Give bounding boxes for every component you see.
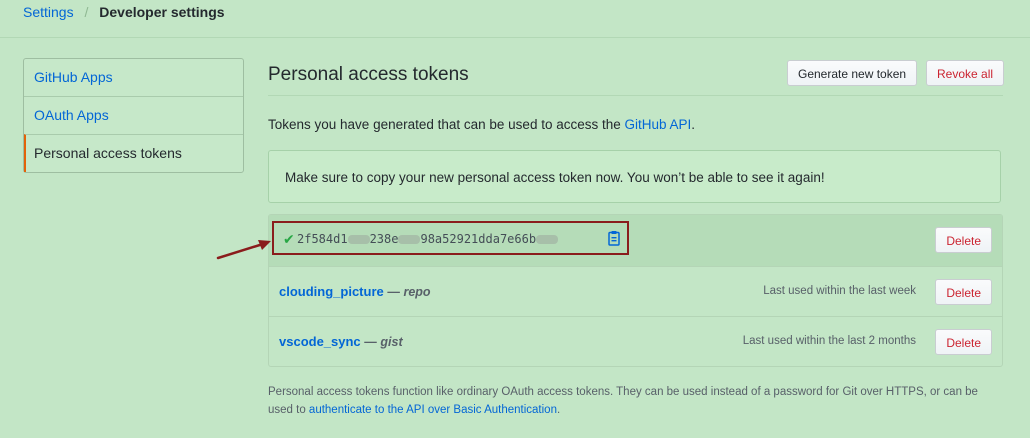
- token-dash: —: [387, 285, 400, 299]
- token-info: vscode_sync — gist: [279, 334, 403, 349]
- divider: [0, 37, 1030, 38]
- divider: [268, 95, 1003, 96]
- page-title: Personal access tokens: [268, 64, 469, 85]
- revoke-all-button[interactable]: Revoke all: [926, 60, 1005, 86]
- delete-token-button[interactable]: Delete: [935, 227, 992, 253]
- new-token-row: ✔ 2f584d1 238e 98a52921dda7e66b Delete: [269, 215, 1002, 266]
- flash-notice: Make sure to copy your new personal acce…: [268, 150, 1001, 203]
- footer-note: Personal access tokens function like ord…: [268, 383, 1003, 419]
- token-row: vscode_sync — gist Last used within the …: [269, 316, 1002, 366]
- intro-text-before: Tokens you have generated that can be us…: [268, 117, 625, 132]
- annotation-arrow-icon: [216, 240, 271, 260]
- token-segment: 238e: [369, 232, 399, 246]
- breadcrumb: Settings / Developer settings: [23, 4, 225, 20]
- check-icon: ✔: [283, 231, 295, 247]
- breadcrumb-settings-link[interactable]: Settings: [23, 4, 74, 20]
- intro-text: Tokens you have generated that can be us…: [268, 117, 695, 132]
- token-name-link[interactable]: vscode_sync: [279, 334, 361, 349]
- delete-token-button[interactable]: Delete: [935, 279, 992, 305]
- token-segment: 98a52921dda7e66b: [420, 232, 537, 246]
- token-name-link[interactable]: clouding_picture: [279, 284, 384, 299]
- sidebar-item-label: OAuth Apps: [34, 107, 109, 123]
- token-dash: —: [364, 335, 377, 349]
- footer-text-after: .: [556, 404, 561, 416]
- generate-new-token-button[interactable]: Generate new token: [787, 60, 918, 86]
- token-last-used: Last used within the last 2 months: [742, 335, 916, 347]
- token-info: clouding_picture — repo: [279, 284, 431, 299]
- redaction-mark: [536, 235, 559, 244]
- token-segment: 2f584d1: [297, 232, 348, 246]
- sidebar-item-label: Personal access tokens: [34, 145, 182, 161]
- sidebar-item-personal-access-tokens[interactable]: Personal access tokens: [24, 134, 243, 172]
- token-row: clouding_picture — repo Last used within…: [269, 266, 1002, 316]
- token-last-used: Last used within the last week: [763, 285, 916, 297]
- redaction-mark: [347, 235, 370, 244]
- new-token-highlight-box: ✔ 2f584d1 238e 98a52921dda7e66b: [272, 221, 629, 255]
- intro-text-after: .: [691, 117, 696, 132]
- flash-message: Make sure to copy your new personal acce…: [285, 170, 825, 185]
- clipboard-icon[interactable]: [607, 230, 621, 249]
- basic-auth-link[interactable]: authenticate to the API over Basic Authe…: [309, 404, 557, 416]
- sidebar-item-label: GitHub Apps: [34, 69, 113, 85]
- token-list: ✔ 2f584d1 238e 98a52921dda7e66b Delete clo…: [268, 214, 1003, 367]
- sidebar-item-oauth-apps[interactable]: OAuth Apps: [24, 96, 243, 134]
- github-api-link[interactable]: GitHub API: [625, 117, 692, 132]
- breadcrumb-current: Developer settings: [99, 4, 225, 20]
- token-scope: repo: [403, 285, 431, 299]
- sidebar-item-github-apps[interactable]: GitHub Apps: [24, 59, 243, 96]
- redaction-mark: [398, 235, 421, 244]
- new-token-value[interactable]: 2f584d1 238e 98a52921dda7e66b: [297, 232, 559, 246]
- developer-settings-sidebar: GitHub Apps OAuth Apps Personal access t…: [23, 58, 244, 173]
- token-scope: gist: [380, 335, 403, 349]
- delete-token-button[interactable]: Delete: [935, 329, 992, 355]
- breadcrumb-separator: /: [84, 4, 89, 20]
